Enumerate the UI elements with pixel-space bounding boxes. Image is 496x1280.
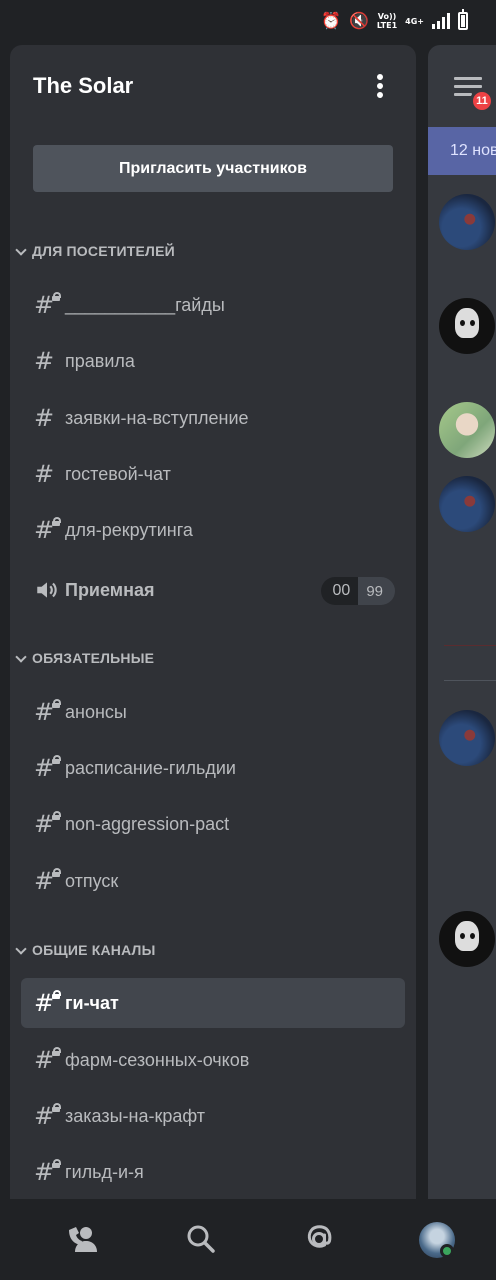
lock-icon: [52, 699, 61, 708]
mute-icon: 🔇: [348, 11, 369, 30]
channel-label: анонсы: [65, 701, 127, 722]
voice-channel-label: Приемная: [65, 579, 155, 600]
channel-item-guides[interactable]: # ___________гайды: [21, 280, 405, 330]
volte-indicator: Vo)) LTE1: [376, 12, 398, 30]
category-visitors[interactable]: ДЛЯ ПОСЕТИТЕЛЕЙ: [16, 239, 175, 263]
server-header[interactable]: The Solar: [10, 45, 416, 127]
lock-icon: [52, 1159, 61, 1168]
lock-icon: [52, 868, 61, 877]
avatar[interactable]: [439, 911, 495, 967]
locked-hash-icon: #: [34, 811, 61, 837]
new-messages-divider: [444, 645, 496, 646]
category-label: ОБЩИЕ КАНАЛЫ: [32, 942, 156, 958]
lock-icon: [52, 1047, 61, 1056]
voice-user-count: 00: [320, 577, 359, 605]
alarm-icon: ⏰: [321, 11, 341, 30]
category-label: ДЛЯ ПОСЕТИТЕЛЕЙ: [32, 243, 175, 259]
channel-label: non-aggression-pact: [65, 813, 230, 834]
lock-icon: [52, 1103, 61, 1112]
lock-icon: [52, 990, 61, 999]
locked-hash-icon: #: [34, 1103, 61, 1129]
hash-icon: #: [34, 460, 55, 488]
locked-hash-icon: #: [34, 517, 61, 543]
channel-label: отпуск: [65, 870, 119, 891]
channel-label: фарм-сезонных-очков: [65, 1049, 250, 1070]
channel-label: ___________гайды: [65, 294, 225, 315]
status-icons: ⏰ 🔇 Vo)) LTE1 4G+: [321, 9, 468, 30]
locked-hash-icon: #: [34, 868, 61, 894]
category-label: ОБЯЗАТЕЛЬНЫЕ: [32, 650, 155, 666]
notification-badge: 11: [470, 89, 494, 113]
locked-hash-icon: #: [34, 699, 61, 725]
avatar[interactable]: [439, 710, 495, 766]
chevron-down-icon: [16, 945, 26, 955]
friends-icon[interactable]: [64, 1219, 104, 1259]
message-divider: [444, 680, 496, 681]
chat-panel-peek[interactable]: 11 12 нов: [428, 45, 496, 1199]
search-icon[interactable]: [181, 1219, 221, 1259]
category-general[interactable]: ОБЩИЕ КАНАЛЫ: [16, 938, 156, 962]
channel-item-applications[interactable]: # заявки-на-вступление: [21, 393, 405, 443]
avatar[interactable]: [439, 298, 495, 354]
chevron-down-icon: [16, 246, 26, 256]
mention-icon[interactable]: [299, 1219, 339, 1259]
channel-label: правила: [65, 350, 135, 371]
network-indicator: 4G+: [405, 16, 424, 26]
locked-hash-icon: #: [34, 990, 61, 1016]
channel-item-craft-orders[interactable]: # заказы-на-крафт: [21, 1091, 405, 1141]
bottom-navigation: [0, 1199, 496, 1280]
date-divider: 12 нов: [428, 127, 496, 175]
lock-icon: [52, 811, 61, 820]
channel-label: заявки-на-вступление: [65, 407, 249, 428]
channel-label: гильд-и-я: [65, 1161, 144, 1182]
channel-item-non-aggression-pact[interactable]: # non-aggression-pact: [21, 799, 405, 849]
battery-icon: [458, 9, 468, 30]
server-name: The Solar: [33, 73, 134, 98]
channel-item-guest-chat[interactable]: # гостевой-чат: [21, 449, 405, 499]
voice-user-max: 99: [358, 577, 395, 605]
hash-icon: #: [34, 347, 55, 375]
chevron-down-icon: [16, 653, 26, 663]
channel-item-announcements[interactable]: # анонсы: [21, 687, 405, 737]
status-bar: ⏰ 🔇 Vo)) LTE1 4G+: [0, 0, 496, 44]
lock-icon: [52, 292, 61, 301]
locked-hash-icon: #: [34, 1159, 61, 1185]
speaker-icon: [37, 582, 57, 598]
locked-hash-icon: #: [34, 1047, 61, 1073]
online-status-indicator: [440, 1244, 454, 1258]
channel-label: заказы-на-крафт: [65, 1105, 206, 1126]
channel-item-gi-chat[interactable]: # ги-чат: [21, 978, 405, 1028]
more-options-icon[interactable]: [368, 72, 392, 100]
category-mandatory[interactable]: ОБЯЗАТЕЛЬНЫЕ: [16, 646, 154, 670]
locked-hash-icon: #: [34, 292, 61, 318]
channel-label: расписание-гильдии: [65, 757, 236, 778]
voice-channel-reception[interactable]: Приемная 00 99: [21, 565, 405, 615]
locked-hash-icon: #: [34, 755, 61, 781]
channel-label: для-рекрутинга: [65, 519, 193, 540]
lock-icon: [52, 755, 61, 764]
invite-members-button[interactable]: Пригласить участников: [33, 145, 393, 192]
lock-icon: [52, 517, 61, 526]
voice-user-limit: 00 99: [320, 577, 395, 605]
channel-label: гостевой-чат: [65, 463, 171, 484]
channel-item-guild-schedule[interactable]: # расписание-гильдии: [21, 743, 405, 793]
channel-label: ги-чат: [65, 992, 119, 1013]
signal-icon: [432, 13, 450, 29]
avatar[interactable]: [439, 402, 495, 458]
avatar[interactable]: [439, 194, 495, 250]
avatar[interactable]: [439, 476, 495, 532]
channel-item-recruiting[interactable]: # для-рекрутинга: [21, 505, 405, 555]
hash-icon: #: [34, 404, 55, 432]
channel-item-guild-and-me[interactable]: # гильд-и-я: [21, 1147, 405, 1197]
channel-item-rules[interactable]: # правила: [21, 336, 405, 386]
channel-sidebar: The Solar Пригласить участников ДЛЯ ПОСЕ…: [10, 45, 416, 1199]
channel-item-vacation[interactable]: # отпуск: [21, 856, 405, 906]
channel-item-season-points[interactable]: # фарм-сезонных-очков: [21, 1035, 405, 1085]
